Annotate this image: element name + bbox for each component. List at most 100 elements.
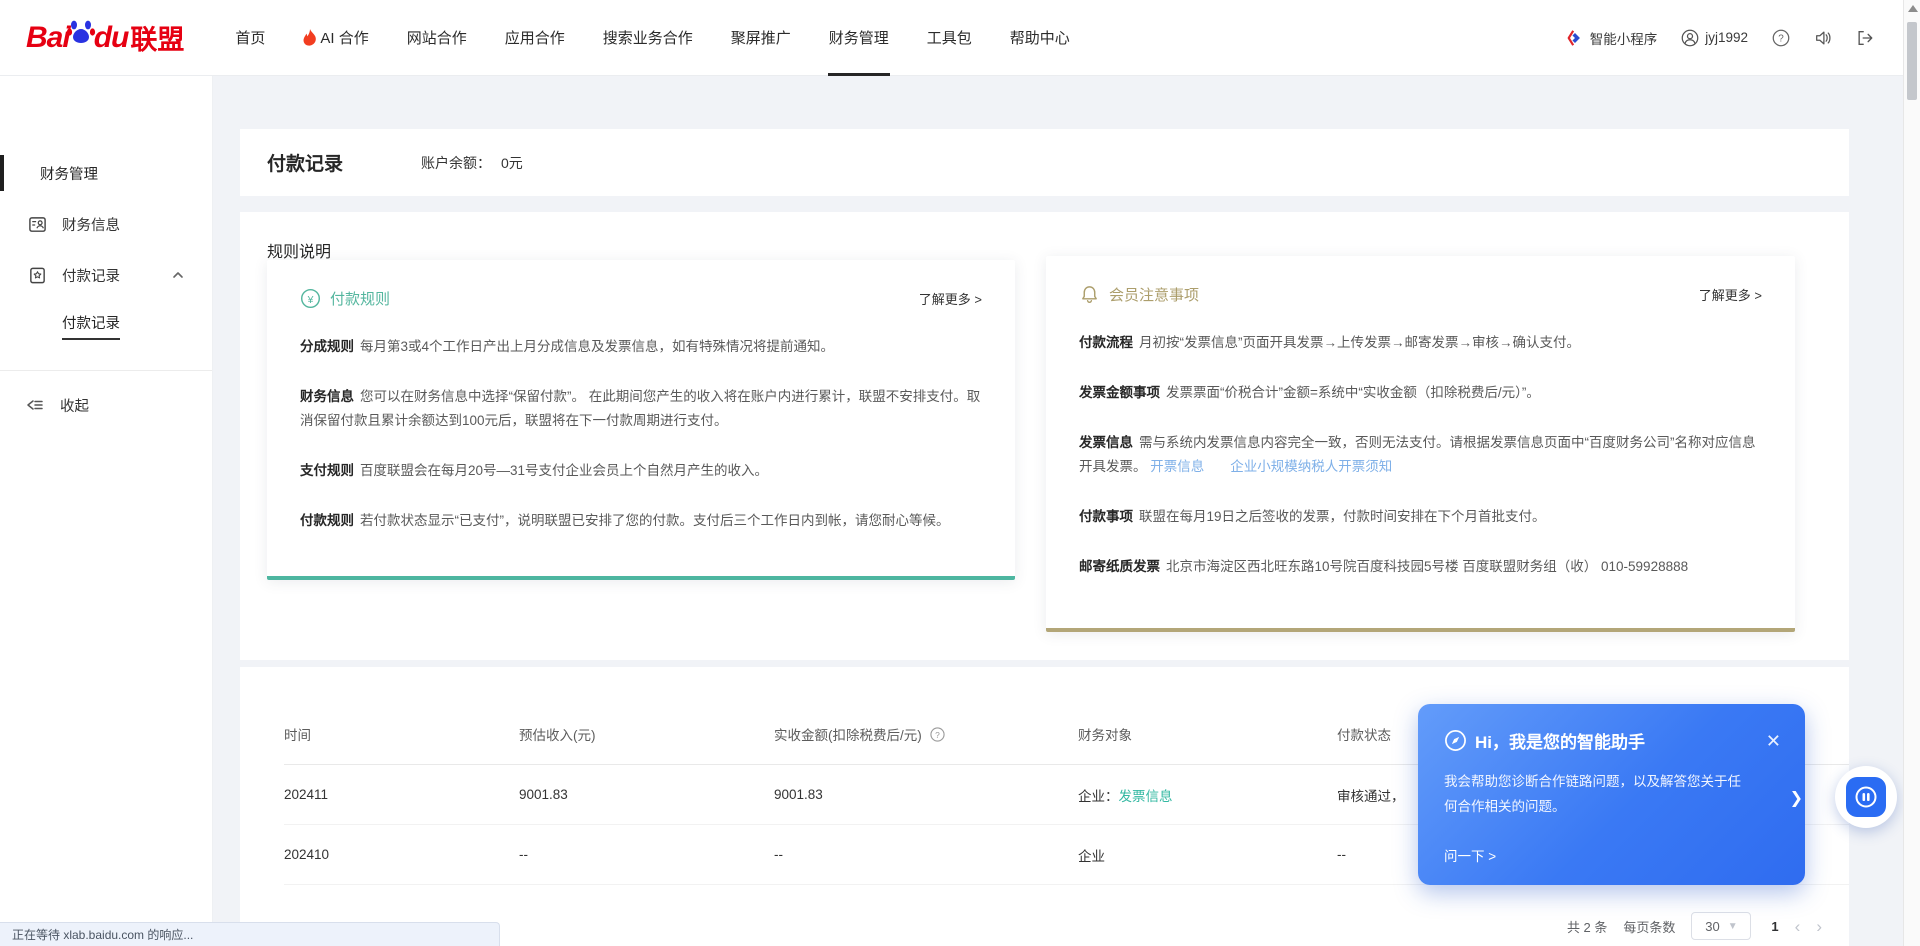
- sidebar: 财务管理 财务信息 付款记录 付款记录: [0, 76, 213, 946]
- collapse-icon: [26, 397, 44, 413]
- sound-icon[interactable]: [1814, 29, 1832, 47]
- logout-icon[interactable]: [1856, 29, 1874, 47]
- sidebar-collapse-button[interactable]: 收起: [0, 385, 212, 425]
- small-taxpayer-guide-link[interactable]: 企业小规模纳税人开票须知: [1230, 459, 1392, 474]
- cell-actual: --: [774, 847, 1078, 862]
- payment-records-icon: [28, 266, 47, 285]
- rules-section-title: 规则说明: [240, 212, 1849, 262]
- assistant-header: Hi，我是您的智能助手 ✕: [1444, 728, 1781, 753]
- cell-finance-object: 企业：发票信息: [1078, 785, 1337, 805]
- rule-item: 发票信息需与系统内发票信息内容完全一致，否则无法支付。请根据发票信息页面中“百度…: [1079, 431, 1762, 479]
- coin-yen-icon: ¥: [300, 288, 321, 309]
- close-icon[interactable]: ✕: [1766, 732, 1781, 750]
- select-caret-icon: ▼: [1728, 921, 1738, 932]
- user-account[interactable]: jyj1992: [1681, 29, 1748, 47]
- active-group-indicator: [0, 155, 4, 191]
- svg-text:¥: ¥: [307, 294, 314, 306]
- sidebar-group-finance: 财务管理: [0, 154, 212, 192]
- assistant-collapse-chevron-icon[interactable]: ❯: [1790, 788, 1803, 808]
- vertical-scrollbar[interactable]: [1903, 0, 1920, 946]
- balance-label: 账户余额：: [421, 155, 491, 171]
- rule-item: 邮寄纸质发票北京市海淀区西北旺东路10号院百度科技园5号楼 百度联盟财务组（收）…: [1079, 555, 1762, 579]
- rules-section: 规则说明 ¥ 付款规则 了解更多 > 分成规则每月第3或4个工作日产出上月分成信…: [240, 212, 1849, 660]
- payment-rules-panel: ¥ 付款规则 了解更多 > 分成规则每月第3或4个工作日产出上月分成信息及发票信…: [267, 260, 1015, 580]
- assistant-title: Hi，我是您的智能助手: [1475, 728, 1645, 753]
- scroll-up-arrow-icon[interactable]: [1908, 5, 1918, 12]
- user-icon: [1681, 29, 1699, 47]
- nav-item-screen[interactable]: 聚屏推广: [712, 0, 810, 76]
- balance-value: 0元: [501, 155, 523, 171]
- assistant-popup: Hi，我是您的智能助手 ✕ 我会帮助您诊断合作链路问题，以及解答您关于任何合作相…: [1418, 704, 1805, 885]
- question-circle-icon[interactable]: ?: [930, 727, 945, 742]
- nav-item-search[interactable]: 搜索业务合作: [584, 0, 712, 76]
- invoice-info-table-link[interactable]: 发票信息: [1119, 789, 1173, 804]
- sidebar-subitem-payment-records[interactable]: 付款记录: [0, 308, 212, 344]
- page-title: 付款记录: [267, 149, 343, 176]
- help-icon[interactable]: ?: [1772, 29, 1790, 47]
- rule-item: 支付规则百度联盟会在每月20号—31号支付企业会员上个自然月产生的收入。: [300, 459, 982, 483]
- cell-actual: 9001.83: [774, 787, 1078, 802]
- nav-menu: 首页 AI 合作 网站合作 应用合作 搜索业务合作 聚屏推广 财务管理 工具包 …: [216, 0, 1088, 76]
- col-header-time: 时间: [284, 724, 519, 744]
- baidu-union-logo[interactable]: Bai du 联盟: [26, 16, 184, 60]
- ask-now-link[interactable]: 问一下 >: [1444, 845, 1496, 865]
- scrollbar-thumb[interactable]: [1907, 22, 1917, 100]
- nav-item-tools[interactable]: 工具包: [908, 0, 991, 76]
- account-balance: 账户余额： 0元: [421, 153, 523, 173]
- member-notes-more-link[interactable]: 了解更多 >: [1699, 285, 1762, 304]
- prev-page-button[interactable]: ‹: [1795, 918, 1801, 935]
- col-header-finance-object: 财务对象: [1078, 724, 1337, 744]
- bell-icon: [1079, 284, 1100, 305]
- member-notes-panel: 会员注意事项 了解更多 > 付款流程月初按“发票信息”页面开具发票→上传发票→邮…: [1046, 256, 1795, 632]
- compass-icon: [1444, 729, 1467, 752]
- sidebar-item-payment-records[interactable]: 付款记录: [0, 256, 212, 294]
- per-page-label: 每页条数: [1623, 917, 1675, 936]
- browser-status-bar: 正在等待 xlab.baidu.com 的响应...: [0, 922, 500, 946]
- app-screen: Bai du 联盟 首页 AI 合作 网站合作 应用合作 搜索业务合作 聚屏: [0, 0, 1920, 946]
- sidebar-item-finance-info[interactable]: 财务信息: [0, 205, 212, 243]
- pagination: 共 2 条 每页条数 30 ▼ 1 ‹ ›: [1567, 912, 1822, 940]
- nav-item-help[interactable]: 帮助中心: [991, 0, 1089, 76]
- top-nav: Bai du 联盟 首页 AI 合作 网站合作 应用合作 搜索业务合作 聚屏: [0, 0, 1920, 76]
- cell-estimated: 9001.83: [519, 787, 774, 802]
- finance-info-icon: [28, 215, 47, 234]
- payment-rules-title: 付款规则: [330, 288, 390, 309]
- status-text: 正在等待 xlab.baidu.com 的响应...: [12, 926, 193, 943]
- svg-text:?: ?: [1778, 33, 1784, 44]
- chevron-up-icon[interactable]: [172, 269, 184, 281]
- flame-icon: [303, 29, 317, 46]
- logo-text-bai: Bai: [26, 21, 70, 55]
- payment-rules-more-link[interactable]: 了解更多 >: [919, 289, 982, 308]
- nav-item-website[interactable]: 网站合作: [388, 0, 486, 76]
- rule-item: 付款流程月初按“发票信息”页面开具发票→上传发票→邮寄发票→审核→确认支付。: [1079, 331, 1762, 355]
- per-page-select[interactable]: 30 ▼: [1691, 912, 1751, 940]
- cell-time: 202410: [284, 847, 519, 862]
- rule-item: 发票金额事项发票票面“价税合计”金额=系统中“实收金额（扣除税费后/元）”。: [1079, 381, 1762, 405]
- sidebar-group-title: 财务管理: [40, 163, 98, 184]
- logo-text-du: du: [94, 21, 129, 55]
- smart-miniprogram-icon: [1566, 29, 1584, 47]
- invoice-info-link[interactable]: 开票信息: [1150, 459, 1204, 474]
- nav-item-ai[interactable]: AI 合作: [284, 0, 387, 76]
- member-notes-header: 会员注意事项 了解更多 >: [1079, 284, 1762, 305]
- next-page-button[interactable]: ›: [1816, 918, 1822, 935]
- assistant-message: 我会帮助您诊断合作链路问题，以及解答您关于任何合作相关的问题。: [1444, 769, 1749, 819]
- rule-item: 付款规则若付款状态显示“已支付”，说明联盟已安排了您的付款。支付后三个工作日内到…: [300, 509, 982, 533]
- miniprogram-entry[interactable]: 智能小程序: [1566, 28, 1658, 48]
- svg-text:?: ?: [935, 730, 940, 740]
- col-header-estimated: 预估收入(元): [519, 724, 774, 744]
- baidu-paw-icon: [66, 16, 96, 46]
- nav-item-home[interactable]: 首页: [216, 0, 284, 76]
- nav-item-finance[interactable]: 财务管理: [810, 0, 908, 76]
- nav-item-app[interactable]: 应用合作: [486, 0, 584, 76]
- cell-finance-object: 企业: [1078, 845, 1337, 865]
- current-page[interactable]: 1: [1771, 919, 1778, 934]
- page-header-card: 付款记录 账户余额： 0元: [240, 129, 1849, 196]
- nav-right: 智能小程序 jyj1992 ?: [1566, 28, 1874, 48]
- logo-text-union: 联盟: [130, 18, 184, 57]
- cell-time: 202411: [284, 787, 519, 802]
- rule-item: 付款事项联盟在每月19日之后签收的发票，付款时间安排在下个月首批支付。: [1079, 505, 1762, 529]
- rule-item: 财务信息您可以在财务信息中选择“保留付款”。 在此期间您产生的收入将在账户内进行…: [300, 385, 982, 433]
- assistant-float-button[interactable]: [1835, 766, 1897, 828]
- rule-item: 分成规则每月第3或4个工作日产出上月分成信息及发票信息，如有特殊情况将提前通知。: [300, 335, 982, 359]
